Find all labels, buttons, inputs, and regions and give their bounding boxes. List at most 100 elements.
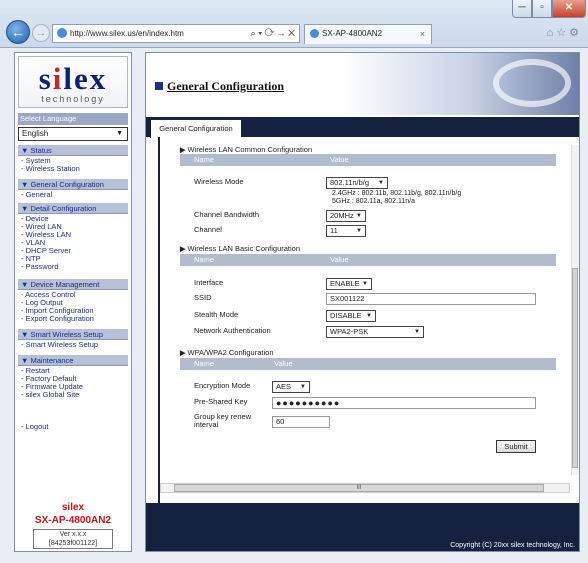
section-wpa-title: ▶ WPA/WPA2 Configuration [180,348,274,358]
language-value: English [22,129,49,138]
section-basic-title: ▶ Wireless LAN Basic Configuration [180,244,300,254]
url-text: http://www.silex.us/en/index.htm [70,29,184,38]
sidebar-item-export-configuration[interactable]: - Export Configuration [21,315,94,323]
logo-tagline: technology [41,94,105,104]
close-window-button[interactable]: ✕ [552,0,586,18]
language-select[interactable]: English ▼ [18,127,128,141]
ssid-label: SSID [194,293,212,302]
address-bar[interactable]: http://www.silex.us/en/index.htm ⌕ ▾ ⟳ →… [52,24,300,43]
sidebar: silex technology Select Language English… [14,52,132,552]
star-icon[interactable]: ☆ [556,27,569,39]
chevron-down-icon: ▼ [116,130,123,137]
bandwidth-select[interactable]: 20MHz ▼ [326,210,366,222]
tab-site-icon [310,29,319,38]
section-smart-wireless-setup[interactable]: ▼ Smart Wireless Setup [18,329,128,340]
section-common-label: Wireless LAN Common Configuration [187,145,313,154]
logout-link[interactable]: - Logout [21,423,49,431]
section-device-management[interactable]: ▼ Device Management [18,279,128,290]
sidebar-item-password[interactable]: - Password [21,263,59,271]
wireless-mode-select[interactable]: 802.11n/b/g ▼ [326,177,388,189]
renew-label-line2: interval [194,420,219,429]
ssid-input[interactable]: SX001122 [326,293,536,305]
bullet-icon [155,82,163,90]
channel-value: 11 [330,226,338,235]
address-tools[interactable]: ⌕ ▾ ⟳ → ✕ [251,25,295,42]
col-name: Name [194,359,215,368]
version-box: Ver x.x.x [84253f001122] [33,529,113,549]
minimize-button[interactable]: ─ [512,0,532,18]
renew-interval-input[interactable]: 60 [272,416,330,428]
table-header-common: Name Value [180,154,556,166]
sidebar-item-smart-wireless-setup[interactable]: - Smart Wireless Setup [21,341,98,349]
tab-close-button[interactable]: × [420,25,425,43]
submit-button[interactable]: Submit [496,440,536,453]
auth-select[interactable]: WPA2-PSK ▼ [326,326,424,338]
wireless-mode-note-5: 5GHz : 802.11a, 802.11n/a [332,198,416,205]
brand-label: silex [61,502,85,513]
logo-part-a: s [38,61,53,96]
col-name: Name [194,255,215,264]
back-arrow-icon: ← [11,24,25,40]
maximize-button[interactable]: ▫ [532,0,552,18]
encryption-label: Encryption Mode [194,381,251,390]
channel-select[interactable]: 11 ▼ [326,225,366,237]
chevron-down-icon: ▼ [356,228,362,234]
col-name: Name [194,155,215,164]
channel-label: Channel [194,225,222,234]
section-general-configuration[interactable]: ▼ General Configuration [18,179,128,190]
chevron-down-icon: ▼ [362,281,368,287]
section-basic-label: Wireless LAN Basic Configuration [187,244,301,253]
section-detail-configuration[interactable]: ▼ Detail Configuration [18,203,128,214]
forward-arrow-icon: → [35,27,47,39]
interface-label: Interface [194,278,224,287]
logo-part-c: lex [63,61,108,96]
stealth-label: Stealth Mode [194,310,239,319]
chevron-down-icon: ▼ [366,313,372,319]
auth-label: Network Authentication [194,326,271,335]
back-button[interactable]: ← [6,20,30,44]
model-label: SX-AP-4800AN2 [34,515,112,526]
chevron-down-icon: ▼ [414,329,420,335]
stealth-select[interactable]: DISABLE ▼ [326,310,376,322]
footer: Copyright (C) 20xx silex technology, Inc… [146,503,579,551]
interface-select[interactable]: ENABLE ▼ [326,278,372,290]
col-value: Value [330,155,349,164]
language-label: Select Language [18,113,128,125]
silex-logo[interactable]: silex technology [18,56,128,108]
logo-wordmark: silex [19,62,127,96]
col-value: Value [330,255,349,264]
table-header-basic: Name Value [180,254,556,266]
auth-value: WPA2-PSK [330,327,369,336]
horizontal-scroll-thumb[interactable]: III [174,484,544,492]
vertical-scroll-thumb[interactable] [572,268,578,468]
sidebar-item-wireless-station[interactable]: - Wireless Station [21,165,80,173]
section-maintenance[interactable]: ▼ Maintenance [18,355,128,366]
product-name: silex SX-AP-4800AN2 [18,501,128,527]
encryption-value: AES [276,382,292,391]
stealth-value: DISABLE [330,311,362,320]
tab-general-configuration[interactable]: General Configuration [150,119,242,138]
browser-chrome: ─ ▫ ✕ ← → http://www.silex.us/en/index.h… [0,0,588,48]
page-title: General Configuration [155,79,284,94]
chevron-down-icon: ▼ [300,384,306,390]
renew-label: Group key renew interval [194,413,251,429]
version-text: Ver x.x.x [59,531,87,538]
sidebar-item-general[interactable]: - General [21,191,52,199]
toolbar-icons: ⌂☆⚙ [547,26,582,39]
section-wpa-label: WPA/WPA2 Configuration [187,348,274,357]
config-form: ▶ Wireless LAN Common Configuration Name… [158,137,564,523]
page-header: General Configuration [146,53,579,115]
tab-title: SX-AP-4800AN2 [322,29,383,38]
col-value: Value [274,359,293,368]
section-status[interactable]: ▼ Status [18,145,128,156]
triangle-icon: ▶ [180,147,186,154]
psk-label: Pre-Shared Key [194,397,248,406]
encryption-select[interactable]: AES ▼ [272,381,310,393]
browser-tab[interactable]: SX-AP-4800AN2 × [304,24,432,44]
gear-icon[interactable]: ⚙ [569,27,582,39]
psk-input[interactable]: ●●●●●●●●●● [272,397,536,409]
sidebar-item-silex-global-site[interactable]: - silex Global Site [21,391,79,399]
home-icon[interactable]: ⌂ [547,27,557,39]
forward-button[interactable]: → [32,24,50,42]
triangle-icon: ▶ [180,350,186,357]
